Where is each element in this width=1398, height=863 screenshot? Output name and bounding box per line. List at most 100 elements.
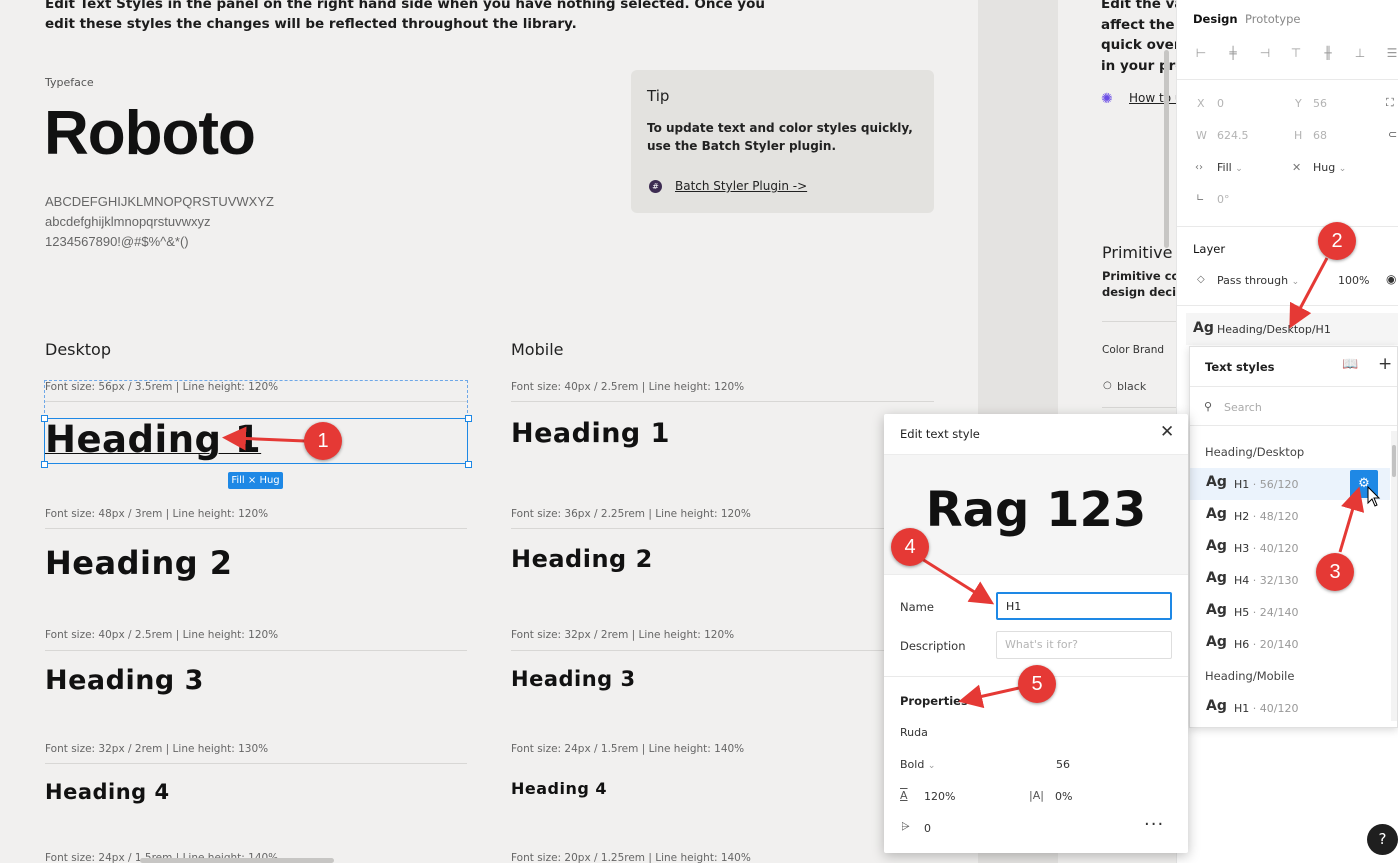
tab-prototype[interactable]: Prototype bbox=[1245, 12, 1300, 26]
vertical-scrollbar[interactable] bbox=[1164, 50, 1169, 248]
divider bbox=[1177, 305, 1398, 306]
style-ag-icon: Ag bbox=[1206, 506, 1227, 522]
divider bbox=[1190, 425, 1397, 426]
help-button[interactable]: ? bbox=[1367, 824, 1398, 855]
h-input[interactable]: 68 bbox=[1313, 129, 1327, 142]
typeface-label: Typeface bbox=[45, 76, 94, 89]
y-input[interactable]: 56 bbox=[1313, 97, 1327, 110]
distribute-icon[interactable]: ☰ bbox=[1384, 45, 1398, 61]
style-row-mobile-h1[interactable]: Ag H1 · 40/120 bbox=[1190, 692, 1390, 724]
resize-handle-tr[interactable] bbox=[465, 415, 472, 422]
style-row-desktop-h1[interactable]: Ag H1 · 56/120 ⚙ bbox=[1190, 468, 1390, 500]
mobile-h2-spec: Font size: 36px / 2.25rem | Line height:… bbox=[511, 508, 751, 520]
divider bbox=[511, 650, 934, 651]
color-brand-label: Color Brand bbox=[1102, 344, 1165, 356]
mobile-heading-2[interactable]: Heading 2 bbox=[511, 545, 653, 573]
mouse-cursor bbox=[1367, 486, 1381, 507]
font-weight-dropdown[interactable]: Bold ⌄ bbox=[900, 758, 935, 771]
align-right-icon[interactable]: ⊣ bbox=[1257, 45, 1273, 61]
style-row-desktop-h5[interactable]: Ag H5 · 24/140 bbox=[1190, 596, 1390, 628]
style-ag-icon: Ag bbox=[1206, 570, 1227, 586]
opacity-input[interactable]: 100% bbox=[1338, 274, 1369, 287]
description-input[interactable]: What's it for? bbox=[996, 631, 1172, 659]
style-row-desktop-h3[interactable]: Ag H3 · 40/120 bbox=[1190, 532, 1390, 564]
mobile-h5-spec: Font size: 20px / 1.25rem | Line height:… bbox=[511, 852, 751, 863]
fill-hug-badge: Fill × Hug bbox=[228, 472, 283, 489]
y-label: Y bbox=[1295, 97, 1302, 110]
align-center-h-icon[interactable]: ╪ bbox=[1225, 45, 1241, 61]
style-row-desktop-h2[interactable]: Ag H2 · 48/120 bbox=[1190, 500, 1390, 532]
style-row-desktop-h4[interactable]: Ag H4 · 32/130 bbox=[1190, 564, 1390, 596]
mobile-heading-3[interactable]: Heading 3 bbox=[511, 667, 636, 691]
annotation-badge-4: 4 bbox=[891, 528, 929, 566]
selection-box[interactable] bbox=[44, 418, 468, 464]
text-style-icon: Ag bbox=[1193, 320, 1214, 336]
letter-spacing-input[interactable]: 0% bbox=[1055, 790, 1072, 803]
style-name: H1 · 56/120 bbox=[1234, 478, 1299, 491]
blend-mode-dropdown[interactable]: Pass through ⌄ bbox=[1217, 274, 1299, 287]
x-input[interactable]: 0 bbox=[1217, 97, 1224, 110]
style-ag-icon: Ag bbox=[1206, 474, 1227, 490]
close-icon[interactable]: ✕ bbox=[1160, 422, 1174, 442]
lock-ratio-icon[interactable]: ⊂ bbox=[1388, 128, 1397, 141]
eye-icon[interactable]: ◉ bbox=[1386, 272, 1396, 286]
desktop-heading-2[interactable]: Heading 2 bbox=[45, 544, 233, 582]
h-label: H bbox=[1294, 129, 1303, 142]
divider bbox=[1102, 321, 1176, 322]
batch-styler-link[interactable]: Batch Styler Plugin -> bbox=[675, 179, 807, 193]
annotation-badge-5: 5 bbox=[1018, 665, 1056, 703]
align-bottom-icon[interactable]: ⊥ bbox=[1352, 45, 1368, 61]
font-family-dropdown[interactable]: Ruda bbox=[900, 726, 928, 739]
style-name: H6 · 20/140 bbox=[1234, 638, 1299, 651]
align-top-icon[interactable]: ⊤ bbox=[1288, 45, 1304, 61]
mobile-heading-4[interactable]: Heading 4 bbox=[511, 779, 607, 798]
desktop-h3-spec: Font size: 40px / 2.5rem | Line height: … bbox=[45, 629, 279, 641]
hug-height-icon: ✕ bbox=[1292, 161, 1302, 174]
divider bbox=[511, 528, 934, 529]
resize-handle-bl[interactable] bbox=[41, 461, 48, 468]
constraints-icon[interactable]: ⛶ bbox=[1386, 96, 1394, 110]
charset-lowercase: abcdefghijklmnopqrstuvwxyz bbox=[45, 214, 211, 229]
typeface-name: Roboto bbox=[44, 99, 256, 168]
font-size-input[interactable]: 56 bbox=[1056, 758, 1070, 771]
mobile-heading-1[interactable]: Heading 1 bbox=[511, 418, 670, 449]
align-left-icon[interactable]: ⊢ bbox=[1193, 45, 1209, 61]
tab-design[interactable]: Design bbox=[1193, 12, 1238, 26]
paragraph-spacing-icon: ⩥ bbox=[901, 820, 910, 833]
rotation-input[interactable]: 0° bbox=[1217, 193, 1230, 206]
style-name: H2 · 48/120 bbox=[1234, 510, 1299, 523]
group-heading-mobile: Heading/Mobile bbox=[1205, 669, 1295, 683]
edit-text-style-dialog: Edit text style ✕ Rag 123 Name H1 Descri… bbox=[884, 414, 1188, 853]
desktop-heading-3[interactable]: Heading 3 bbox=[45, 665, 204, 696]
line-height-input[interactable]: 120% bbox=[924, 790, 955, 803]
resize-handle-br[interactable] bbox=[465, 461, 472, 468]
style-name: H4 · 32/130 bbox=[1234, 574, 1299, 587]
dialog-title: Edit text style bbox=[900, 427, 980, 441]
horizontal-scrollbar[interactable] bbox=[140, 858, 334, 863]
align-center-v-icon[interactable]: ╫ bbox=[1320, 45, 1336, 61]
w-input[interactable]: 624.5 bbox=[1217, 129, 1249, 142]
library-book-icon[interactable]: 📖 bbox=[1342, 357, 1358, 372]
style-ag-icon: Ag bbox=[1206, 538, 1227, 554]
paragraph-spacing-input[interactable]: 0 bbox=[924, 822, 931, 835]
text-style-row[interactable]: Ag Heading/Desktop/H1 bbox=[1186, 313, 1398, 345]
resize-handle-tl[interactable] bbox=[41, 415, 48, 422]
add-style-icon[interactable]: + bbox=[1378, 354, 1392, 374]
group-heading-desktop: Heading/Desktop bbox=[1205, 445, 1305, 459]
style-row-desktop-h6[interactable]: Ag H6 · 20/140 bbox=[1190, 628, 1390, 660]
text-styles-search[interactable]: Search bbox=[1224, 401, 1262, 414]
fill-dropdown[interactable]: Fill ⌄ bbox=[1217, 161, 1243, 174]
sparkle-icon: ✺ bbox=[1101, 91, 1113, 107]
divider bbox=[45, 763, 467, 764]
tip-card: Tip To update text and color styles quic… bbox=[631, 70, 934, 213]
popover-scrollbar-thumb[interactable] bbox=[1392, 445, 1396, 477]
mobile-h4-spec: Font size: 24px / 1.5rem | Line height: … bbox=[511, 743, 745, 755]
more-options-icon[interactable]: ··· bbox=[1144, 814, 1164, 835]
design-canvas[interactable]: Edit Text Styles in the panel on the rig… bbox=[0, 0, 978, 863]
hug-dropdown[interactable]: Hug ⌄ bbox=[1313, 161, 1346, 174]
primitive-title: Primitive bbox=[1102, 243, 1173, 262]
desktop-heading-4[interactable]: Heading 4 bbox=[45, 780, 170, 804]
name-input[interactable]: H1 bbox=[996, 592, 1172, 620]
divider bbox=[1177, 79, 1398, 80]
desktop-title: Desktop bbox=[45, 340, 111, 359]
